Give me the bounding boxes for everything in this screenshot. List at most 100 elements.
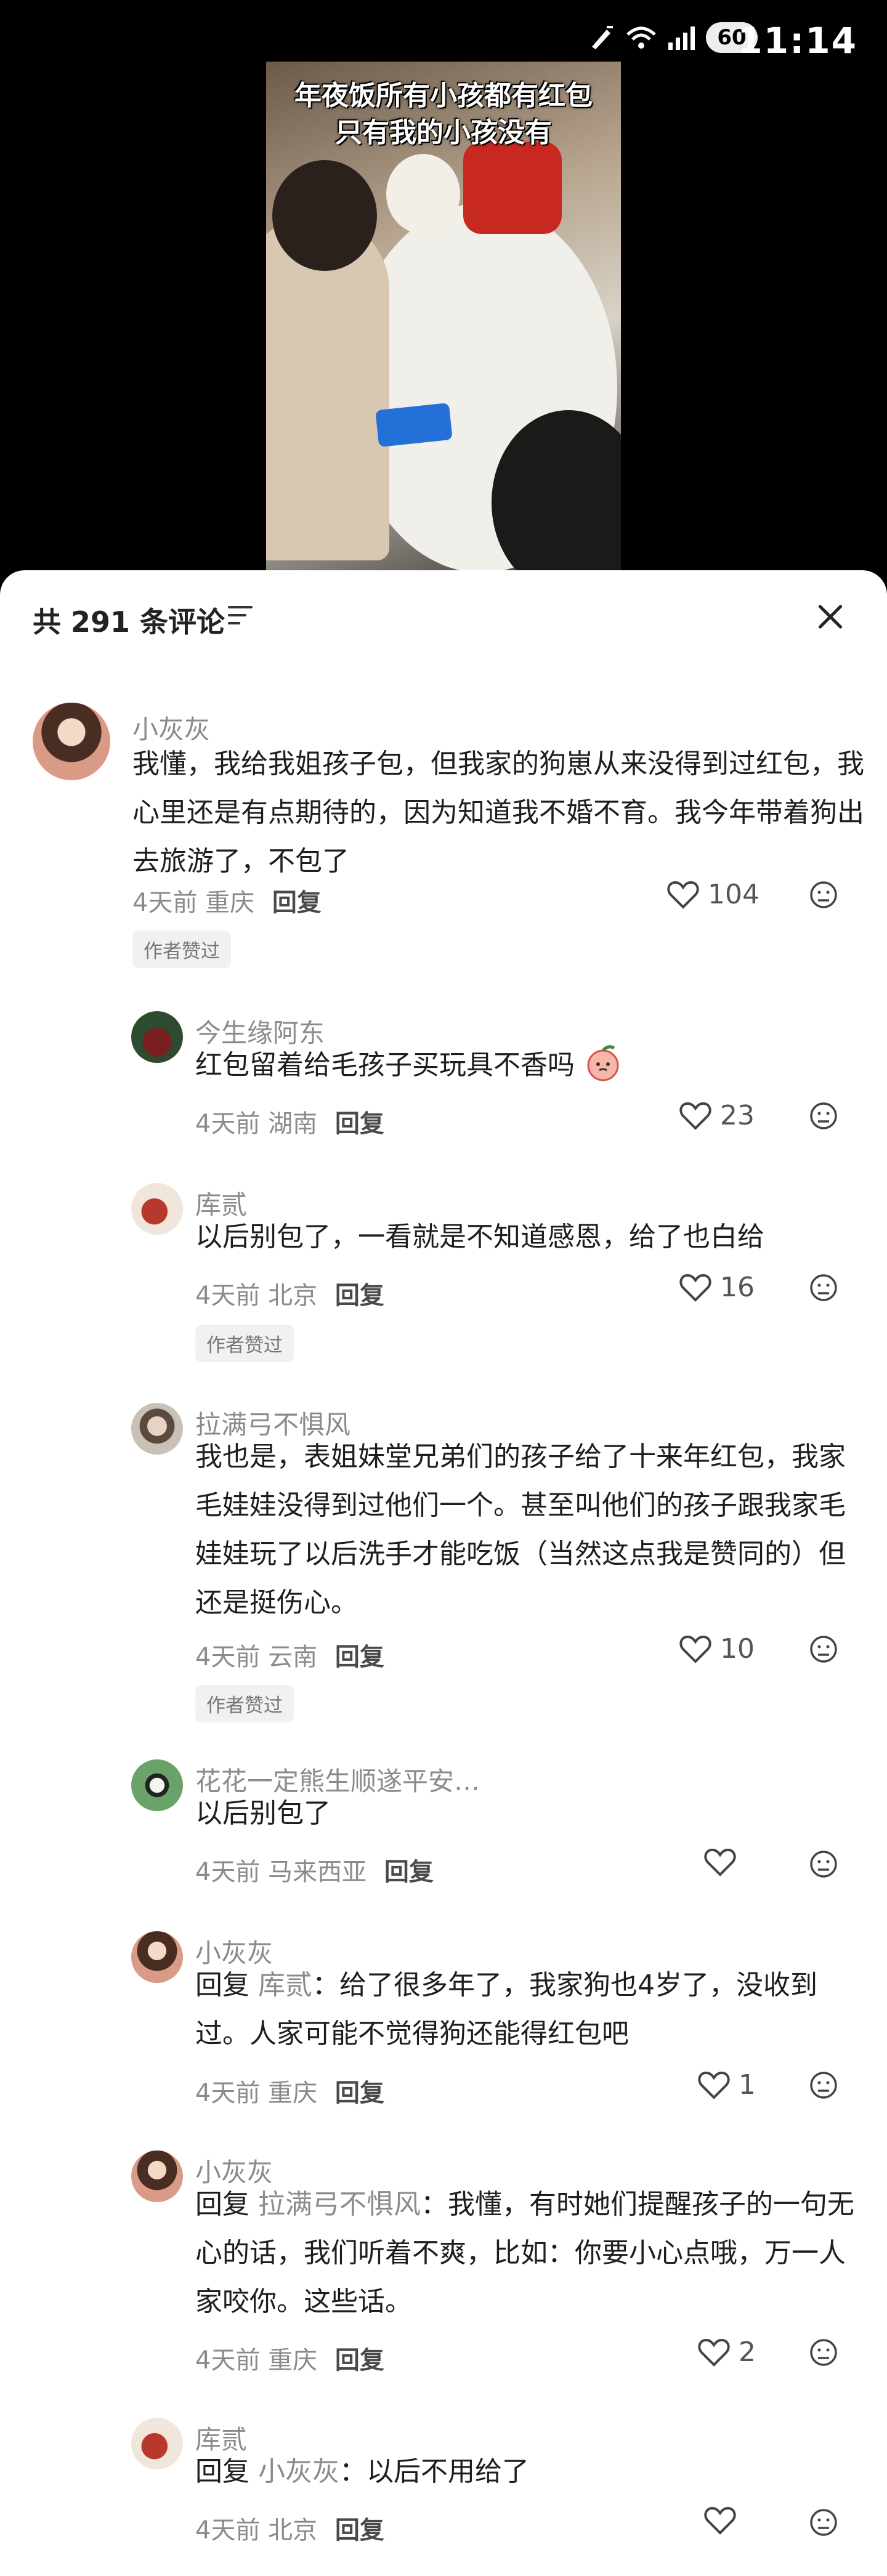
mention-user[interactable]: 小灰灰 — [258, 2456, 339, 2487]
comment-time: 4天前 — [132, 889, 198, 917]
comment-location: 重庆 — [205, 889, 255, 917]
nfc-pen-icon — [592, 26, 613, 49]
comment-item[interactable]: 小灰灰 我懂，我给我姐孩子包，但我家的狗崽从来没得到过红包，我心里还是有点期待的… — [33, 703, 864, 968]
video-caption-line1: 年夜饭所有小孩都有红包 — [294, 80, 593, 111]
avatar[interactable] — [33, 703, 110, 780]
reply-prefix: 回复 — [195, 2189, 249, 2220]
comment-location: 云南 — [268, 1643, 318, 1671]
heart-outline-icon — [679, 1635, 711, 1663]
avatar[interactable] — [131, 2418, 183, 2469]
reply-item[interactable]: 拉满弓不惧风 我也是，表姐妹堂兄弟们的孩子给了十来年红包，我家毛娃娃没得到过他们… — [131, 1403, 858, 1723]
mention-user[interactable]: 库贰 — [258, 1969, 312, 2001]
reply-meta: 4天前 北京 回复 — [195, 1275, 384, 1311]
comment-time: 4天前 — [195, 2516, 261, 2545]
avatar[interactable] — [131, 1183, 183, 1235]
video-player[interactable]: 年夜饭所有小孩都有红包 只有我的小孩没有 — [266, 62, 621, 570]
author-liked-badge: 作者赞过 — [195, 1685, 294, 1722]
video-scene-woman-head — [272, 160, 377, 271]
reply-prefix: 回复 — [195, 1969, 249, 2001]
comments-header: 共 291 条评论 — [0, 570, 887, 663]
like-count: 10 — [720, 1633, 755, 1665]
reply-meta: 4天前 重庆 回复 — [195, 2340, 384, 2376]
sort-filter-icon[interactable] — [228, 606, 253, 627]
dislike-face-icon[interactable] — [809, 1634, 838, 1664]
comment-time: 4天前 — [195, 1282, 261, 1310]
reply-text[interactable]: 以后别包了 — [195, 1789, 861, 1838]
reply-button[interactable]: 回复 — [335, 1110, 384, 1138]
comment-meta: 4天前 重庆 回复 — [132, 882, 322, 918]
dislike-face-icon[interactable] — [809, 2338, 838, 2367]
reply-button[interactable]: 回复 — [335, 2516, 384, 2545]
reply-item[interactable]: 花花一定熊生顺遂平安… 以后别包了 4天前 马来西亚 回复 — [131, 1759, 861, 1886]
peach-emoji-icon — [587, 1045, 619, 1081]
reply-meta: 4天前 重庆 回复 — [195, 2073, 384, 2109]
reply-button[interactable]: 回复 — [335, 1643, 384, 1671]
reply-item[interactable]: 库贰 以后别包了，一看就是不知道感恩，给了也白给 4天前 北京 回复 16 作者… — [131, 1183, 861, 1362]
dislike-face-icon[interactable] — [809, 2070, 838, 2100]
reply-prefix: 回复 — [195, 2456, 249, 2487]
avatar[interactable] — [131, 1011, 183, 1063]
reply-button[interactable]: 回复 — [335, 2346, 384, 2375]
wifi-icon — [626, 26, 656, 49]
video-scene-dog — [386, 154, 460, 234]
status-time: 11:14 — [737, 20, 857, 62]
dislike-face-icon[interactable] — [809, 880, 838, 910]
reply-text[interactable]: 回复 小灰灰：以后不用给了 — [195, 2447, 861, 2496]
like-button[interactable]: 16 — [679, 1272, 755, 1303]
comment-time: 4天前 — [195, 1643, 261, 1671]
like-count: 2 — [739, 2336, 756, 2368]
signal-icon — [668, 25, 695, 50]
comment-time: 4天前 — [195, 1110, 261, 1138]
comment-location: 重庆 — [268, 2346, 318, 2375]
reply-button[interactable]: 回复 — [272, 889, 322, 917]
comment-location: 湖南 — [268, 1110, 318, 1138]
author-liked-badge: 作者赞过 — [132, 931, 231, 968]
avatar[interactable] — [131, 2150, 183, 2202]
dislike-face-icon[interactable] — [809, 1849, 838, 1879]
reply-item[interactable]: 库贰 回复 小灰灰：以后不用给了 4天前 北京 回复 — [131, 2418, 858, 2559]
comment-location: 马来西亚 — [268, 1858, 367, 1886]
reply-item[interactable]: 小灰灰 回复 库贰：给了很多年了，我家狗也4岁了，没收到过。人家可能不觉得狗还能… — [131, 1931, 861, 2107]
reply-text[interactable]: 红包留着给毛孩子买玩具不香吗 — [195, 1041, 861, 1089]
like-button[interactable]: 1 — [698, 2069, 756, 2101]
reply-text[interactable]: 我也是，表姐妹堂兄弟们的孩子给了十来年红包，我家毛娃娃没得到过他们一个。甚至叫他… — [195, 1432, 861, 1627]
reply-text-content: 红包留着给毛孩子买玩具不香吗 — [195, 1049, 575, 1081]
comment-time: 4天前 — [195, 2079, 261, 2107]
reply-item[interactable]: 今生缘阿东 红包留着给毛孩子买玩具不香吗 4天前 湖南 回复 23 — [131, 1011, 861, 1138]
mention-user[interactable]: 拉满弓不惧风 — [258, 2189, 421, 2220]
reply-button[interactable]: 回复 — [384, 1858, 434, 1886]
comments-sheet: 共 291 条评论 小灰灰 我懂，我给我姐孩子包，但我家的狗崽从来没得到过红包，… — [0, 570, 887, 2576]
dislike-face-icon[interactable] — [809, 2508, 838, 2537]
reply-text[interactable]: 以后别包了，一看就是不知道感恩，给了也白给 — [195, 1213, 861, 1261]
video-scene-person-red — [463, 142, 562, 234]
comment-location: 北京 — [268, 1282, 318, 1310]
heart-outline-icon — [679, 1102, 711, 1130]
avatar[interactable] — [131, 1931, 183, 1983]
reply-button[interactable]: 回复 — [335, 1282, 384, 1310]
reply-item[interactable]: 小灰灰 回复 拉满弓不惧风：我懂，有时她们提醒孩子的一句无心的话，我们听着不爽，… — [131, 2150, 861, 2375]
like-button[interactable]: 2 — [698, 2336, 756, 2368]
avatar[interactable] — [131, 1759, 183, 1811]
heart-outline-icon — [698, 2338, 730, 2367]
status-icons: 60 — [588, 22, 758, 53]
reply-button[interactable]: 回复 — [335, 2079, 384, 2107]
heart-outline-icon — [704, 1849, 736, 1876]
close-icon[interactable] — [813, 600, 848, 634]
like-button[interactable]: 104 — [667, 879, 759, 910]
author-liked-badge: 作者赞过 — [195, 1325, 294, 1362]
reply-meta: 4天前 云南 回复 — [195, 1637, 384, 1673]
comment-location: 重庆 — [268, 2079, 318, 2107]
avatar[interactable] — [131, 1403, 183, 1455]
reply-text[interactable]: 回复 拉满弓不惧风：我懂，有时她们提醒孩子的一句无心的话，我们听着不爽，比如：你… — [195, 2180, 861, 2326]
dislike-face-icon[interactable] — [809, 1101, 838, 1131]
like-button[interactable]: 10 — [679, 1633, 755, 1665]
dislike-face-icon[interactable] — [809, 1273, 838, 1302]
reply-text[interactable]: 回复 库贰：给了很多年了，我家狗也4岁了，没收到过。人家可能不觉得狗还能得红包吧 — [195, 1961, 861, 2058]
comment-text[interactable]: 我懂，我给我姐孩子包，但我家的狗崽从来没得到过红包，我心里还是有点期待的，因为知… — [132, 740, 887, 886]
like-button[interactable] — [704, 1848, 745, 1876]
like-button[interactable]: 23 — [679, 1100, 755, 1131]
reply-meta: 4天前 湖南 回复 — [195, 1104, 384, 1139]
heart-outline-icon — [698, 2071, 730, 2099]
like-button[interactable] — [704, 2506, 745, 2535]
comment-location: 北京 — [268, 2516, 318, 2545]
